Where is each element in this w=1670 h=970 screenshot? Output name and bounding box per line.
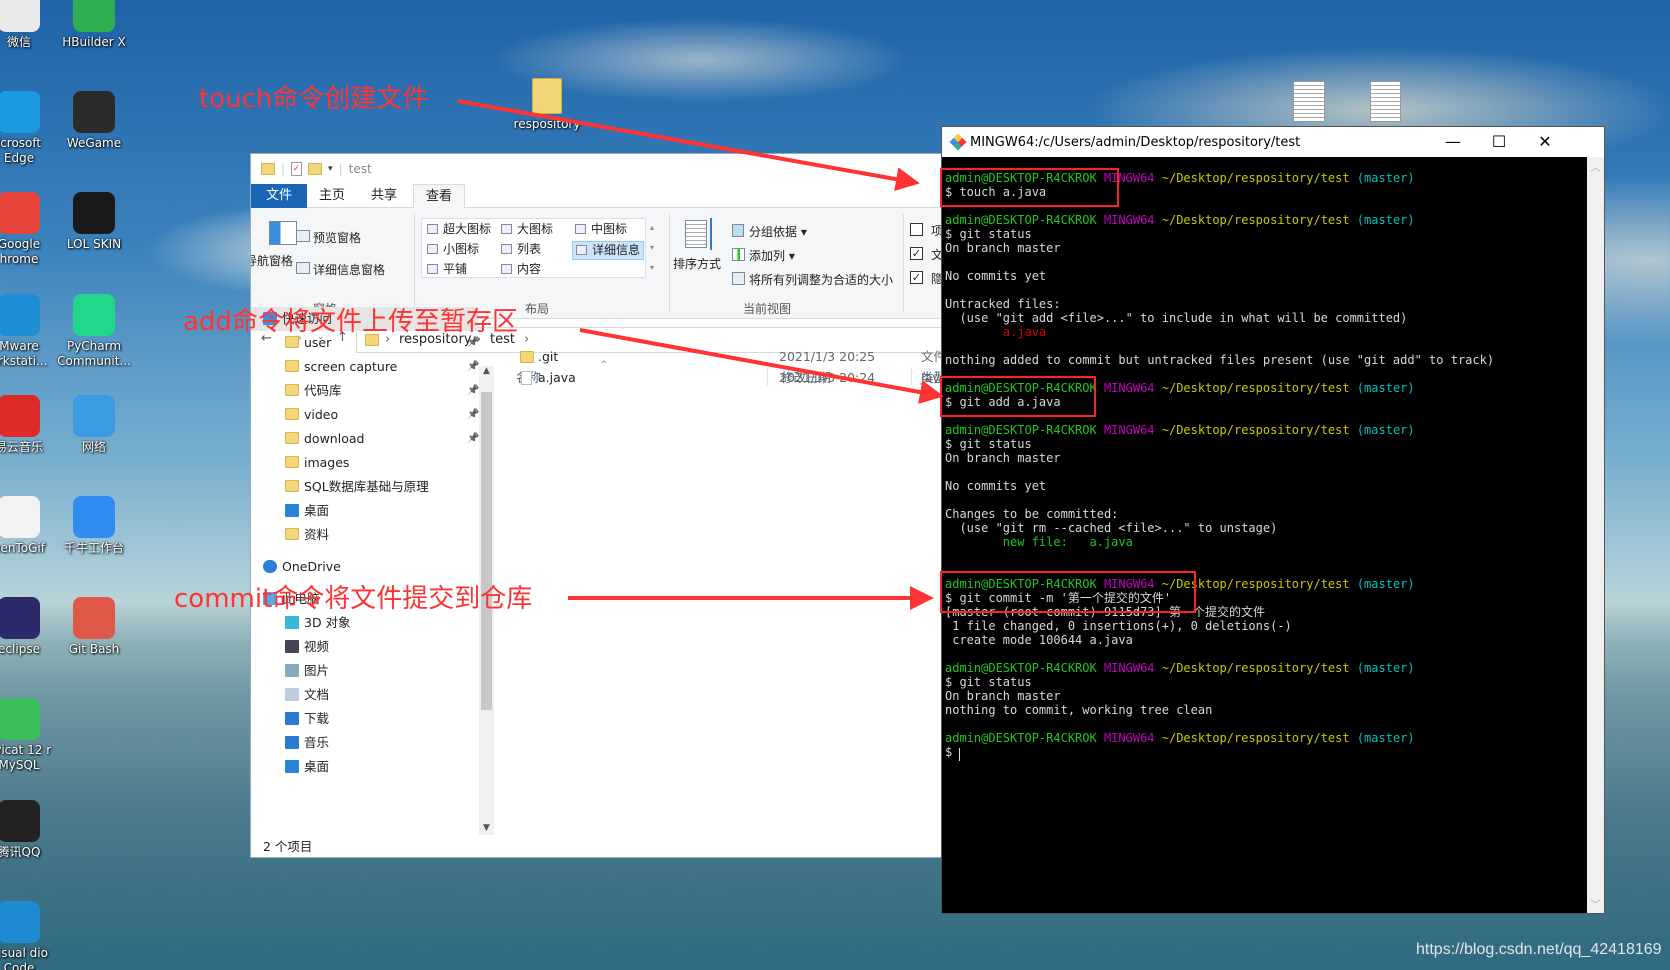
arrow-touch xyxy=(457,99,920,192)
annotation-arrows xyxy=(457,99,944,610)
arrow-add xyxy=(579,328,944,404)
